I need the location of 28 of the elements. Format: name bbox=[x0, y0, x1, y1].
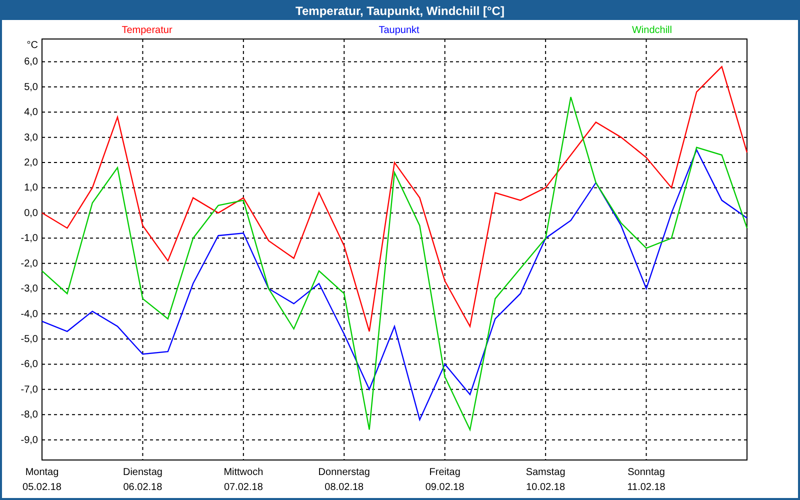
y-axis-label: 3,0 bbox=[24, 132, 38, 144]
y-axis-label: -5,0 bbox=[20, 334, 38, 345]
y-axis-label: -2,0 bbox=[20, 258, 38, 270]
y-axis-label: 2,0 bbox=[24, 158, 38, 169]
y-axis-label: 6,0 bbox=[24, 56, 38, 68]
y-axis-label: 0,0 bbox=[24, 208, 38, 219]
legend-label: Taupunkt bbox=[378, 25, 420, 36]
x-axis-label: Montag 05.02.18 bbox=[22, 467, 62, 493]
x-axis-label: Dienstag 06.02.18 bbox=[122, 467, 162, 493]
x-axis-label: Mittwoch 07.02.18 bbox=[224, 467, 264, 493]
y-axis-label: -7,0 bbox=[20, 384, 38, 396]
y-axis-label: 5,0 bbox=[24, 82, 38, 93]
y-axis-label: -3,0 bbox=[20, 284, 38, 295]
y-axis-label: -6,0 bbox=[20, 359, 38, 370]
y-axis-label: -1,0 bbox=[20, 233, 38, 244]
y-axis-label: 1,0 bbox=[24, 182, 38, 194]
y-axis-label: -8,0 bbox=[20, 410, 38, 421]
legend-label: Windchill bbox=[632, 25, 672, 36]
y-axis-unit: °C bbox=[26, 40, 38, 51]
x-axis-label: Samstag 10.02.18 bbox=[526, 467, 566, 493]
y-axis-label: -9,0 bbox=[20, 434, 38, 446]
y-axis-label: -4,0 bbox=[20, 308, 38, 320]
x-axis-label: Donnerstag 08.02.18 bbox=[318, 467, 370, 493]
legend-label: Temperatur bbox=[122, 25, 172, 36]
x-axis-label: Sonntag 11.02.18 bbox=[627, 467, 666, 493]
x-axis-label: Freitag 09.02.18 bbox=[425, 467, 464, 493]
window-title: Temperatur, Taupunkt, Windchill [°C] bbox=[2, 2, 798, 20]
y-axis-label: 4,0 bbox=[24, 107, 38, 118]
